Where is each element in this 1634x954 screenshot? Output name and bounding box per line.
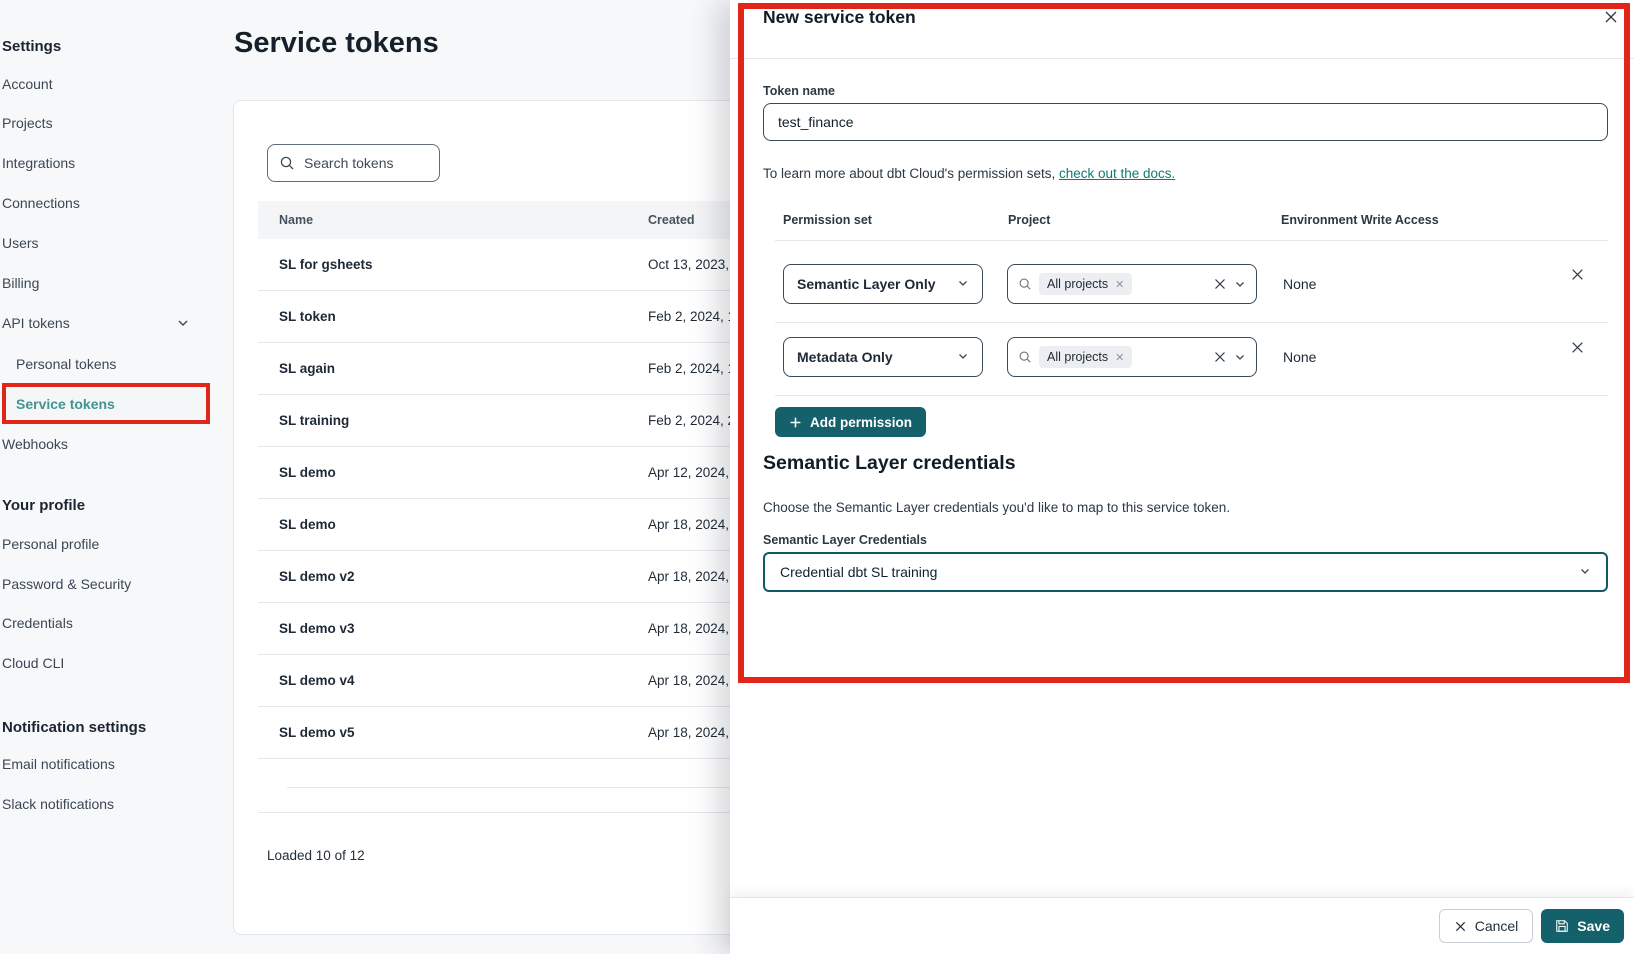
settings-sidebar: Settings Account Projects Integrations C… xyxy=(0,0,222,954)
chevron-down-icon[interactable] xyxy=(1234,278,1246,290)
sidebar-item-credentials[interactable]: Credentials xyxy=(2,615,73,631)
sidebar-item-cloud-cli[interactable]: Cloud CLI xyxy=(2,655,64,671)
sidebar-item-service-tokens[interactable]: Service tokens xyxy=(16,396,115,412)
docs-help-prefix: To learn more about dbt Cloud's permissi… xyxy=(763,166,1059,181)
remove-permission-icon[interactable] xyxy=(1570,340,1585,358)
token-name: SL demo xyxy=(258,517,648,532)
search-tokens-box xyxy=(267,144,440,182)
docs-help-text: To learn more about dbt Cloud's permissi… xyxy=(763,166,1175,181)
permission-set-value: Metadata Only xyxy=(797,349,893,365)
plus-icon xyxy=(789,416,802,429)
add-permission-label: Add permission xyxy=(810,415,912,430)
sidebar-item-webhooks[interactable]: Webhooks xyxy=(2,436,68,452)
sidebar-heading-settings: Settings xyxy=(2,38,61,55)
add-permission-button[interactable]: Add permission xyxy=(775,407,926,437)
token-name: SL training xyxy=(258,413,648,428)
column-header-environment-write-access: Environment Write Access xyxy=(1281,213,1439,227)
sidebar-item-projects[interactable]: Projects xyxy=(2,115,53,131)
token-name: SL demo v2 xyxy=(258,569,648,584)
save-button[interactable]: Save xyxy=(1541,909,1624,943)
close-icon[interactable] xyxy=(1600,6,1622,28)
semantic-layer-credentials-description: Choose the Semantic Layer credentials yo… xyxy=(763,500,1230,515)
chevron-down-icon xyxy=(1579,564,1591,580)
token-name-label: Token name xyxy=(763,84,835,98)
token-name: SL for gsheets xyxy=(258,257,648,272)
sidebar-item-password-security[interactable]: Password & Security xyxy=(2,576,131,592)
token-name: SL demo xyxy=(258,465,648,480)
selected-project-chip: All projects ✕ xyxy=(1039,273,1132,295)
selected-project-chip: All projects ✕ xyxy=(1039,346,1132,368)
drawer-title: New service token xyxy=(763,7,916,28)
divider xyxy=(775,395,1608,396)
chevron-down-icon[interactable] xyxy=(1234,351,1246,363)
sidebar-item-billing[interactable]: Billing xyxy=(2,275,39,291)
environment-write-access-value: None xyxy=(1283,349,1316,365)
sidebar-heading-notification-settings: Notification settings xyxy=(2,719,146,736)
token-name: SL demo v5 xyxy=(258,725,648,740)
close-icon xyxy=(1454,920,1467,933)
permission-set-select[interactable]: Semantic Layer Only xyxy=(783,264,983,304)
search-icon xyxy=(1018,277,1032,291)
permission-set-select[interactable]: Metadata Only xyxy=(783,337,983,377)
chevron-down-icon xyxy=(957,276,969,292)
sidebar-item-slack-notifications[interactable]: Slack notifications xyxy=(2,796,114,812)
token-name: SL demo v4 xyxy=(258,673,648,688)
search-icon xyxy=(279,155,295,171)
drawer-header: New service token xyxy=(730,0,1634,59)
sidebar-item-connections[interactable]: Connections xyxy=(2,195,80,211)
chevron-down-icon xyxy=(957,349,969,365)
project-multiselect[interactable]: All projects ✕ xyxy=(1007,337,1257,377)
save-label: Save xyxy=(1577,918,1610,934)
divider xyxy=(775,322,1608,323)
drawer-footer: Cancel Save xyxy=(730,897,1634,954)
sidebar-item-users[interactable]: Users xyxy=(2,235,39,251)
search-icon xyxy=(1018,350,1032,364)
permission-set-value: Semantic Layer Only xyxy=(797,276,936,292)
sidebar-item-api-tokens[interactable]: API tokens xyxy=(2,315,70,331)
token-name: SL demo v3 xyxy=(258,621,648,636)
page-title: Service tokens xyxy=(234,27,439,60)
credential-value: Credential dbt SL training xyxy=(780,564,937,580)
clear-selection-icon[interactable] xyxy=(1213,350,1227,364)
sidebar-item-email-notifications[interactable]: Email notifications xyxy=(2,756,115,772)
chip-remove-icon[interactable]: ✕ xyxy=(1115,351,1124,364)
sidebar-item-personal-tokens[interactable]: Personal tokens xyxy=(16,356,116,372)
environment-write-access-value: None xyxy=(1283,276,1316,292)
new-service-token-drawer: New service token Token name To learn mo… xyxy=(730,0,1634,954)
semantic-layer-credentials-select[interactable]: Credential dbt SL training xyxy=(763,552,1608,592)
clear-selection-icon[interactable] xyxy=(1213,277,1227,291)
docs-link[interactable]: check out the docs. xyxy=(1059,166,1175,181)
column-header-project: Project xyxy=(1008,213,1050,227)
cancel-label: Cancel xyxy=(1475,918,1519,934)
chip-label: All projects xyxy=(1047,277,1108,291)
loaded-status: Loaded 10 of 12 xyxy=(267,848,365,863)
sidebar-item-personal-profile[interactable]: Personal profile xyxy=(2,536,99,552)
project-multiselect[interactable]: All projects ✕ xyxy=(1007,264,1257,304)
token-name: SL token xyxy=(258,309,648,324)
chip-label: All projects xyxy=(1047,350,1108,364)
search-input[interactable] xyxy=(304,155,428,171)
semantic-layer-credentials-heading: Semantic Layer credentials xyxy=(763,452,1016,475)
sidebar-item-integrations[interactable]: Integrations xyxy=(2,155,75,171)
column-header-permission-set: Permission set xyxy=(783,213,872,227)
save-icon xyxy=(1555,919,1569,933)
chevron-down-icon[interactable] xyxy=(176,316,190,335)
semantic-layer-credentials-label: Semantic Layer Credentials xyxy=(763,533,927,547)
chip-remove-icon[interactable]: ✕ xyxy=(1115,278,1124,291)
sidebar-heading-your-profile: Your profile xyxy=(2,497,85,514)
token-name: SL again xyxy=(258,361,648,376)
sidebar-item-account[interactable]: Account xyxy=(2,76,53,92)
cancel-button[interactable]: Cancel xyxy=(1439,909,1534,943)
divider xyxy=(775,240,1608,241)
remove-permission-icon[interactable] xyxy=(1570,267,1585,285)
token-name-input[interactable] xyxy=(763,103,1608,141)
column-header-name: Name xyxy=(258,213,648,227)
